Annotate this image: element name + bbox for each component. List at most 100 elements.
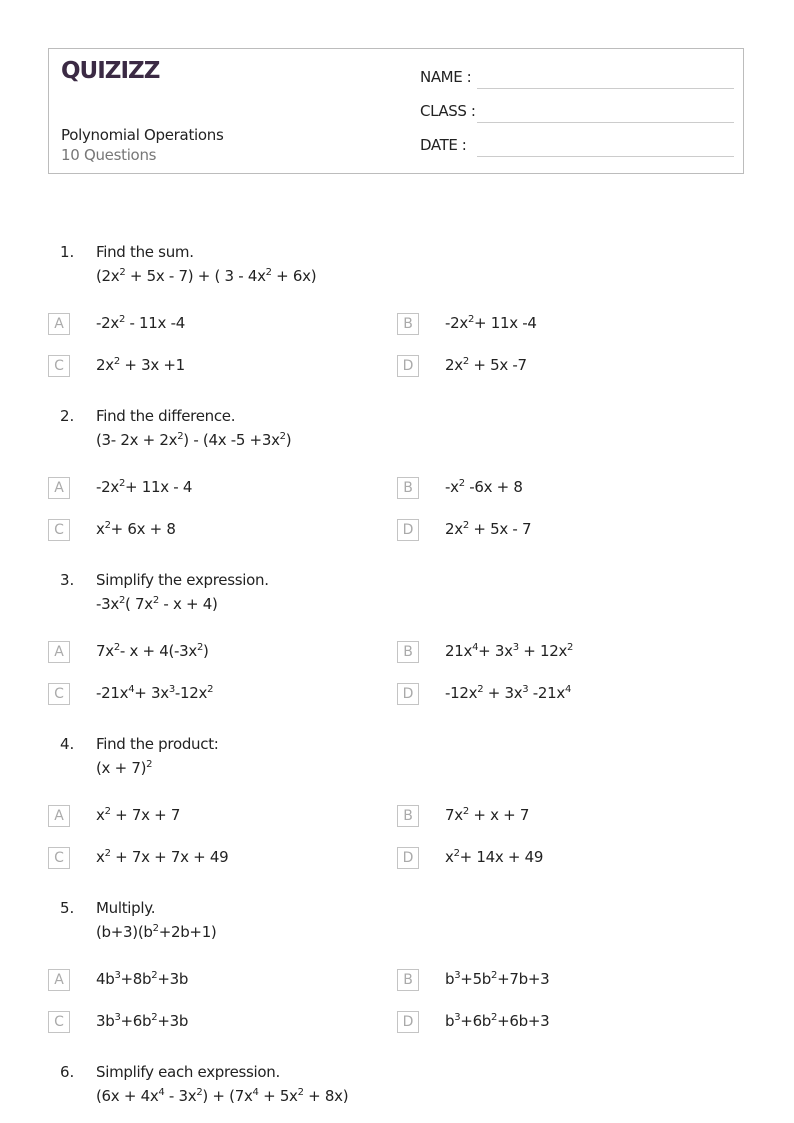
- option-letter-box[interactable]: D: [397, 847, 419, 869]
- exponent: 2: [151, 1012, 158, 1023]
- answer-option-b[interactable]: B 21x4+ 3x3 + 12x2: [397, 641, 697, 665]
- answer-option-d[interactable]: D 2x2 + 5x - 7: [397, 519, 697, 543]
- exponent: 2: [462, 520, 469, 531]
- date-label: DATE :: [420, 136, 467, 154]
- question-number: 5.: [60, 899, 75, 917]
- answer-option-c[interactable]: Cx2+ 6x + 8: [48, 519, 348, 543]
- exponent: 2: [279, 431, 286, 442]
- answer-option-a[interactable]: A 4b3+8b2+3b: [48, 969, 348, 993]
- option-letter-box[interactable]: D: [397, 683, 419, 705]
- exponent: 2: [207, 684, 214, 695]
- exponent: 2: [491, 1012, 498, 1023]
- answer-option-c[interactable]: C 3b3+6b2+3b: [48, 1011, 348, 1035]
- option-letter-box[interactable]: A: [48, 313, 70, 335]
- answer-option-a[interactable]: A 7x2- x + 4(-3x2): [48, 641, 348, 665]
- question-count: 10 Questions: [61, 146, 157, 164]
- option-text: 7x2- x + 4(-3x2): [96, 642, 209, 660]
- option-letter-box[interactable]: A: [48, 641, 70, 663]
- option-text: 3b3+6b2+3b: [96, 1012, 189, 1030]
- answer-option-c[interactable]: Cx2 + 7x + 7x + 49: [48, 847, 348, 871]
- exponent: 2: [491, 970, 498, 981]
- question-number: 4.: [60, 735, 75, 753]
- question-expression: (6x + 4x4 - 3x2) + (7x4 + 5x2 + 8x): [96, 1087, 349, 1105]
- question-number: 6.: [60, 1063, 75, 1081]
- answer-option-b[interactable]: Bb3+5b2+7b+3: [397, 969, 697, 993]
- option-text: 7x2 + x + 7: [445, 806, 530, 824]
- option-text: -12x2 + 3x3 -21x4: [445, 684, 572, 702]
- exponent: 2: [118, 478, 125, 489]
- option-letter-box[interactable]: C: [48, 847, 70, 869]
- worksheet-header: QUIZIZZ Polynomial Operations 10 Questio…: [48, 48, 744, 174]
- option-text: x2 + 7x + 7x + 49: [96, 848, 229, 866]
- option-letter-box[interactable]: C: [48, 519, 70, 541]
- question-expression: (x + 7)2: [96, 759, 153, 777]
- answer-option-b[interactable]: B -2x2+ 11x -4: [397, 313, 697, 337]
- option-letter-box[interactable]: B: [397, 805, 419, 827]
- exponent: 3: [114, 1012, 121, 1023]
- answer-option-d[interactable]: D 2x2 + 5x -7: [397, 355, 697, 379]
- question-text: Find the sum.: [96, 243, 194, 261]
- exponent: 2: [453, 848, 460, 859]
- option-letter-box[interactable]: B: [397, 969, 419, 991]
- question-text: Simplify each expression.: [96, 1063, 280, 1081]
- date-field[interactable]: DATE :: [420, 136, 734, 160]
- class-field[interactable]: CLASS :: [420, 102, 734, 126]
- exponent: 2: [113, 642, 120, 653]
- name-line[interactable]: [477, 88, 734, 89]
- exponent: 4: [565, 684, 572, 695]
- question-text: Simplify the expression.: [96, 571, 269, 589]
- class-line[interactable]: [477, 122, 734, 123]
- answer-option-c[interactable]: C 2x2 + 3x +1: [48, 355, 348, 379]
- exponent: 2: [567, 642, 574, 653]
- exponent: 2: [152, 923, 159, 934]
- option-letter-box[interactable]: D: [397, 355, 419, 377]
- answer-option-a[interactable]: A -2x2 - 11x -4: [48, 313, 348, 337]
- exponent: 3: [512, 642, 519, 653]
- option-letter-box[interactable]: C: [48, 683, 70, 705]
- worksheet-title: Polynomial Operations: [61, 126, 224, 144]
- option-letter-box[interactable]: D: [397, 1011, 419, 1033]
- exponent: 2: [104, 806, 111, 817]
- option-letter-box[interactable]: D: [397, 519, 419, 541]
- exponent: 2: [265, 267, 272, 278]
- question-expression: (2x2 + 5x - 7) + ( 3 - 4x2 + 6x): [96, 267, 317, 285]
- answer-option-c[interactable]: C -21x4+ 3x3-12x2: [48, 683, 348, 707]
- option-letter-box[interactable]: A: [48, 805, 70, 827]
- option-letter-box[interactable]: B: [397, 313, 419, 335]
- exponent: 3: [522, 684, 529, 695]
- option-letter-box[interactable]: C: [48, 355, 70, 377]
- option-letter-box[interactable]: A: [48, 969, 70, 991]
- question-number: 2.: [60, 407, 75, 425]
- exponent: 2: [177, 431, 184, 442]
- name-field[interactable]: NAME :: [420, 68, 734, 92]
- option-letter-box[interactable]: B: [397, 641, 419, 663]
- question-text: Find the product:: [96, 735, 219, 753]
- answer-option-b[interactable]: B 7x2 + x + 7: [397, 805, 697, 829]
- option-text: x2 + 7x + 7: [96, 806, 181, 824]
- answer-option-b[interactable]: B -x2 -6x + 8: [397, 477, 697, 501]
- exponent: 2: [151, 970, 158, 981]
- answer-option-d[interactable]: D -12x2 + 3x3 -21x4: [397, 683, 697, 707]
- answer-option-a[interactable]: Ax2 + 7x + 7: [48, 805, 348, 829]
- question-number: 1.: [60, 243, 75, 261]
- answer-option-d[interactable]: Dx2+ 14x + 49: [397, 847, 697, 871]
- exponent: 3: [454, 1012, 461, 1023]
- answer-option-a[interactable]: A -2x2+ 11x - 4: [48, 477, 348, 501]
- exponent: 2: [152, 595, 159, 606]
- exponent: 2: [118, 595, 125, 606]
- exponent: 3: [168, 684, 175, 695]
- date-line[interactable]: [477, 156, 734, 157]
- option-text: x2+ 14x + 49: [445, 848, 544, 866]
- option-letter-box[interactable]: A: [48, 477, 70, 499]
- option-text: 2x2 + 5x -7: [445, 356, 527, 374]
- exponent: 2: [119, 267, 126, 278]
- option-letter-box[interactable]: B: [397, 477, 419, 499]
- exponent: 4: [472, 642, 479, 653]
- option-text: -2x2+ 11x - 4: [96, 478, 193, 496]
- exponent: 2: [297, 1087, 304, 1098]
- option-letter-box[interactable]: C: [48, 1011, 70, 1033]
- exponent: 4: [128, 684, 135, 695]
- exponent: 2: [458, 478, 465, 489]
- answer-option-d[interactable]: Db3+6b2+6b+3: [397, 1011, 697, 1035]
- option-text: -2x2 - 11x -4: [96, 314, 185, 332]
